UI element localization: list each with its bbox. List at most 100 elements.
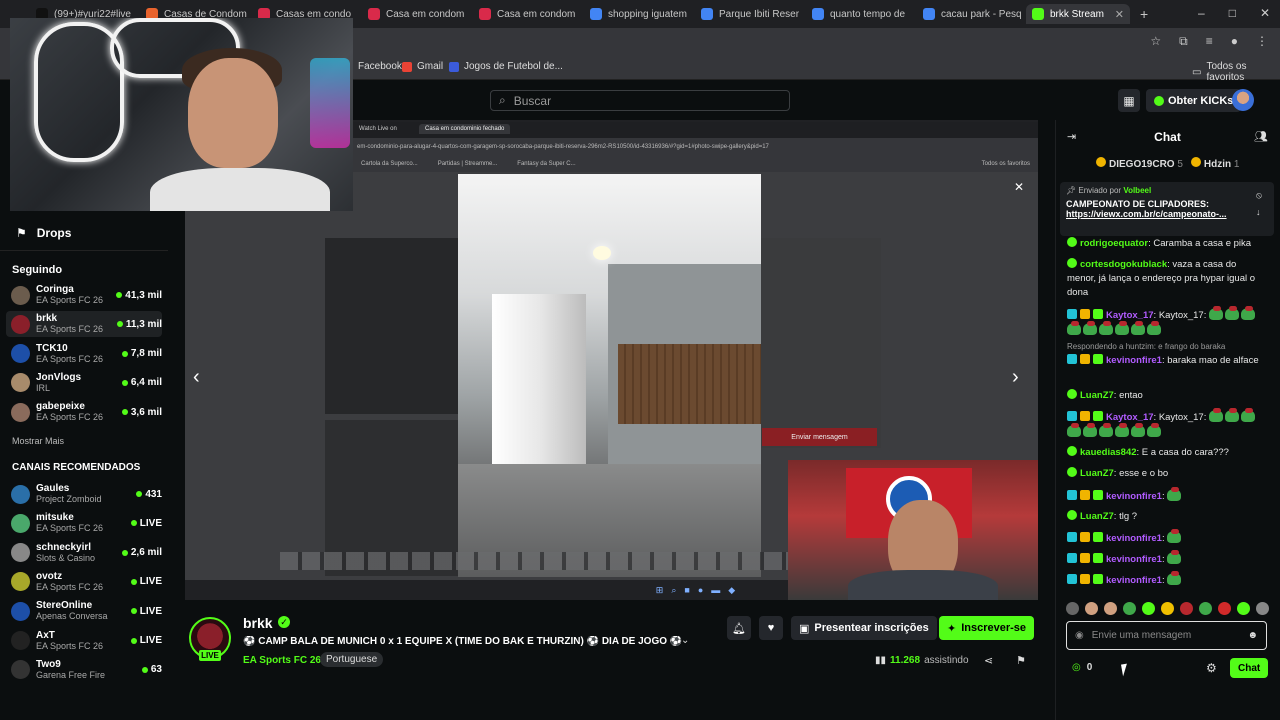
language-tag[interactable]: Portuguese (320, 652, 384, 667)
chat-username[interactable]: LuanZ7 (1080, 390, 1114, 401)
browser-tab[interactable]: shopping iguatem✕ (584, 4, 688, 24)
emote-icon[interactable] (1066, 601, 1079, 615)
chat-username[interactable]: kevinonfire1 (1106, 491, 1162, 502)
emote-icon[interactable] (1256, 601, 1269, 615)
emote-icon[interactable] (1142, 601, 1155, 615)
chevron-down-icon[interactable]: ⌄ (681, 635, 689, 646)
emote-icon[interactable] (1085, 601, 1098, 615)
bookmark-facebook[interactable]: Facebook (358, 61, 402, 72)
sidebar-channel-schneckyirl[interactable]: schneckyirl Slots & Casino 2,6 mil (6, 540, 162, 566)
gear-icon[interactable]: ⚙ (1206, 661, 1217, 675)
extensions-icon[interactable]: ⧉ (1179, 34, 1188, 49)
chat-username[interactable]: LuanZ7 (1080, 511, 1114, 522)
chat-message: cortesdogokublack: vaza a casa do menor,… (1067, 258, 1256, 298)
profile-icon[interactable]: ● (1231, 34, 1238, 49)
stream-category[interactable]: EA Sports FC 26 (243, 655, 321, 666)
sidebar-channel-axt[interactable]: AxT EA Sports FC 26 LIVE (6, 628, 162, 654)
chat-username[interactable]: cortesdogokublack (1080, 259, 1167, 270)
smiley-icon[interactable]: ☻ (1247, 630, 1258, 641)
sidebar-channel-gabepeixe[interactable]: gabepeixe EA Sports FC 26 3,6 mil (6, 399, 162, 425)
search-input[interactable]: Buscar (514, 94, 551, 108)
emote-icon (1225, 306, 1239, 320)
emote-icon[interactable] (1199, 601, 1212, 615)
bookmark-label: Gmail (417, 61, 444, 72)
maximize-icon[interactable]: □ (1229, 6, 1236, 20)
close-window-icon[interactable]: ✕ (1260, 6, 1270, 20)
star-icon[interactable]: ☆ (1150, 34, 1161, 49)
search-bar[interactable]: ⌕ Buscar (490, 90, 790, 111)
tab-favicon-icon (1032, 8, 1044, 20)
show-more-link[interactable]: Mostrar Mais (12, 436, 64, 446)
emote-icon[interactable] (1123, 601, 1136, 615)
kebab-menu-icon[interactable]: ⋮ (1256, 34, 1268, 49)
user-avatar[interactable] (1232, 89, 1254, 111)
emoji-picker-icon[interactable]: ◉ (1075, 630, 1084, 641)
sidebar-channel-ovotz[interactable]: ovotz EA Sports FC 26 LIVE (6, 569, 162, 595)
browser-tab[interactable]: Parque Ibiti Reser✕ (695, 4, 799, 24)
flag-icon[interactable]: ⚑ (1016, 654, 1026, 667)
arrow-down-icon[interactable]: ↓ (1256, 207, 1262, 217)
browser-tab[interactable]: Casa em condom✕ (362, 4, 466, 24)
channel-name: Gaules (36, 483, 70, 494)
chat-input[interactable]: ◉ Envie uma mensagem ☻ (1066, 621, 1267, 650)
new-tab-button[interactable]: + (1134, 4, 1154, 24)
sidebar-channel-tck10[interactable]: TCK10 EA Sports FC 26 7,8 mil (6, 341, 162, 367)
sidebar-channel-mitsuke[interactable]: mitsuke EA Sports FC 26 LIVE (6, 510, 162, 536)
grid-icon[interactable]: ▦ (1118, 89, 1140, 112)
tab-label: shopping iguatem (608, 8, 687, 20)
subscribe-button[interactable]: ✦ Inscrever-se (939, 616, 1035, 640)
browser-tab[interactable]: Casa em condom✕ (473, 4, 577, 24)
chat-username[interactable]: Kaytox_17 (1106, 310, 1154, 321)
chat-username[interactable]: Kaytox_17 (1106, 412, 1154, 423)
sidebar-channel-gaules[interactable]: Gaules Project Zomboid 431 (6, 481, 162, 507)
chat-username[interactable]: kevinonfire1 (1106, 355, 1162, 366)
app-icon: ◆ (728, 584, 736, 595)
gift-badge-icon (1093, 574, 1103, 584)
emote-icon[interactable] (1161, 601, 1174, 615)
leaderboard-entry[interactable]: DIEGO19CRO 5 (1096, 157, 1183, 170)
sidebar-channel-coringa[interactable]: Coringa EA Sports FC 26 41,3 mil (6, 282, 162, 308)
emote-icon[interactable] (1104, 601, 1117, 615)
browser-tab[interactable]: cacau park - Pesq✕ (917, 4, 1023, 24)
chat-username[interactable]: kevinonfire1 (1106, 533, 1162, 544)
close-tab-icon[interactable]: ✕ (911, 8, 912, 21)
subscriber-badge-icon (1067, 309, 1077, 319)
bookmark-jogos[interactable]: Jogos de Futebol de... (449, 61, 563, 72)
leaderboard-entry[interactable]: Hdzin 1 (1190, 157, 1239, 170)
browser-tab[interactable]: quanto tempo de ✕ (806, 4, 912, 24)
heart-icon[interactable]: ♥ (759, 616, 783, 640)
streamer-name[interactable]: brkk (243, 615, 273, 631)
channel-points[interactable]: ◎ 0 (1072, 662, 1092, 673)
bookmark-gmail[interactable]: Gmail (402, 61, 443, 72)
sidebar-channel-brkk[interactable]: brkk EA Sports FC 26 11,3 mil (6, 311, 162, 338)
drops-link[interactable]: ⚑ Drops (16, 226, 71, 240)
chat-users-icon[interactable]: 👥︎ (1254, 130, 1268, 143)
bell-icon[interactable]: 🔔︎ (727, 616, 751, 640)
sidebar-channel-jonvlogs[interactable]: JonVlogs IRL 6,4 mil (6, 370, 162, 396)
channel-viewers: 3,6 mil (121, 407, 162, 418)
sidebar-channel-two9[interactable]: Two9 Garena Free Fire 63 (6, 657, 162, 683)
share-icon[interactable]: ⋖ (984, 654, 993, 667)
chat-send-button[interactable]: Chat (1230, 658, 1269, 678)
tab-search-icon[interactable]: ≡ (1206, 34, 1213, 49)
emote-icon (1083, 423, 1097, 437)
chat-username[interactable]: LuanZ7 (1080, 468, 1114, 479)
emote-icon[interactable] (1218, 601, 1231, 615)
chat-message: kevinonfire1: (1067, 487, 1267, 504)
chat-username[interactable]: kevinonfire1 (1106, 575, 1162, 586)
close-tab-icon[interactable]: ✕ (1115, 8, 1124, 21)
get-kicks-button[interactable]: Obter KICKs (1146, 89, 1242, 112)
chat-username[interactable]: rodrigoequator (1080, 238, 1148, 249)
minimize-icon[interactable]: – (1198, 6, 1205, 20)
channel-viewers: LIVE (130, 576, 162, 587)
browser-tab[interactable]: brkk Stream ✕ (1026, 4, 1130, 24)
pinned-link[interactable]: https://viewx.com.br/c/campeonato-... (1066, 209, 1268, 219)
emote-icon[interactable] (1237, 601, 1250, 615)
chat-username[interactable]: kauedias842 (1080, 447, 1137, 458)
pinned-by-user[interactable]: Volbeel (1123, 186, 1151, 195)
chat-username[interactable]: kevinonfire1 (1106, 554, 1162, 565)
emote-icon[interactable] (1180, 601, 1193, 615)
gift-subscriptions-button[interactable]: ▣ Presentear inscrições (791, 616, 937, 640)
unpin-icon[interactable]: ⦸ (1256, 190, 1262, 201)
sidebar-channel-stereonline[interactable]: StereOnline Apenas Conversa LIVE (6, 598, 162, 624)
